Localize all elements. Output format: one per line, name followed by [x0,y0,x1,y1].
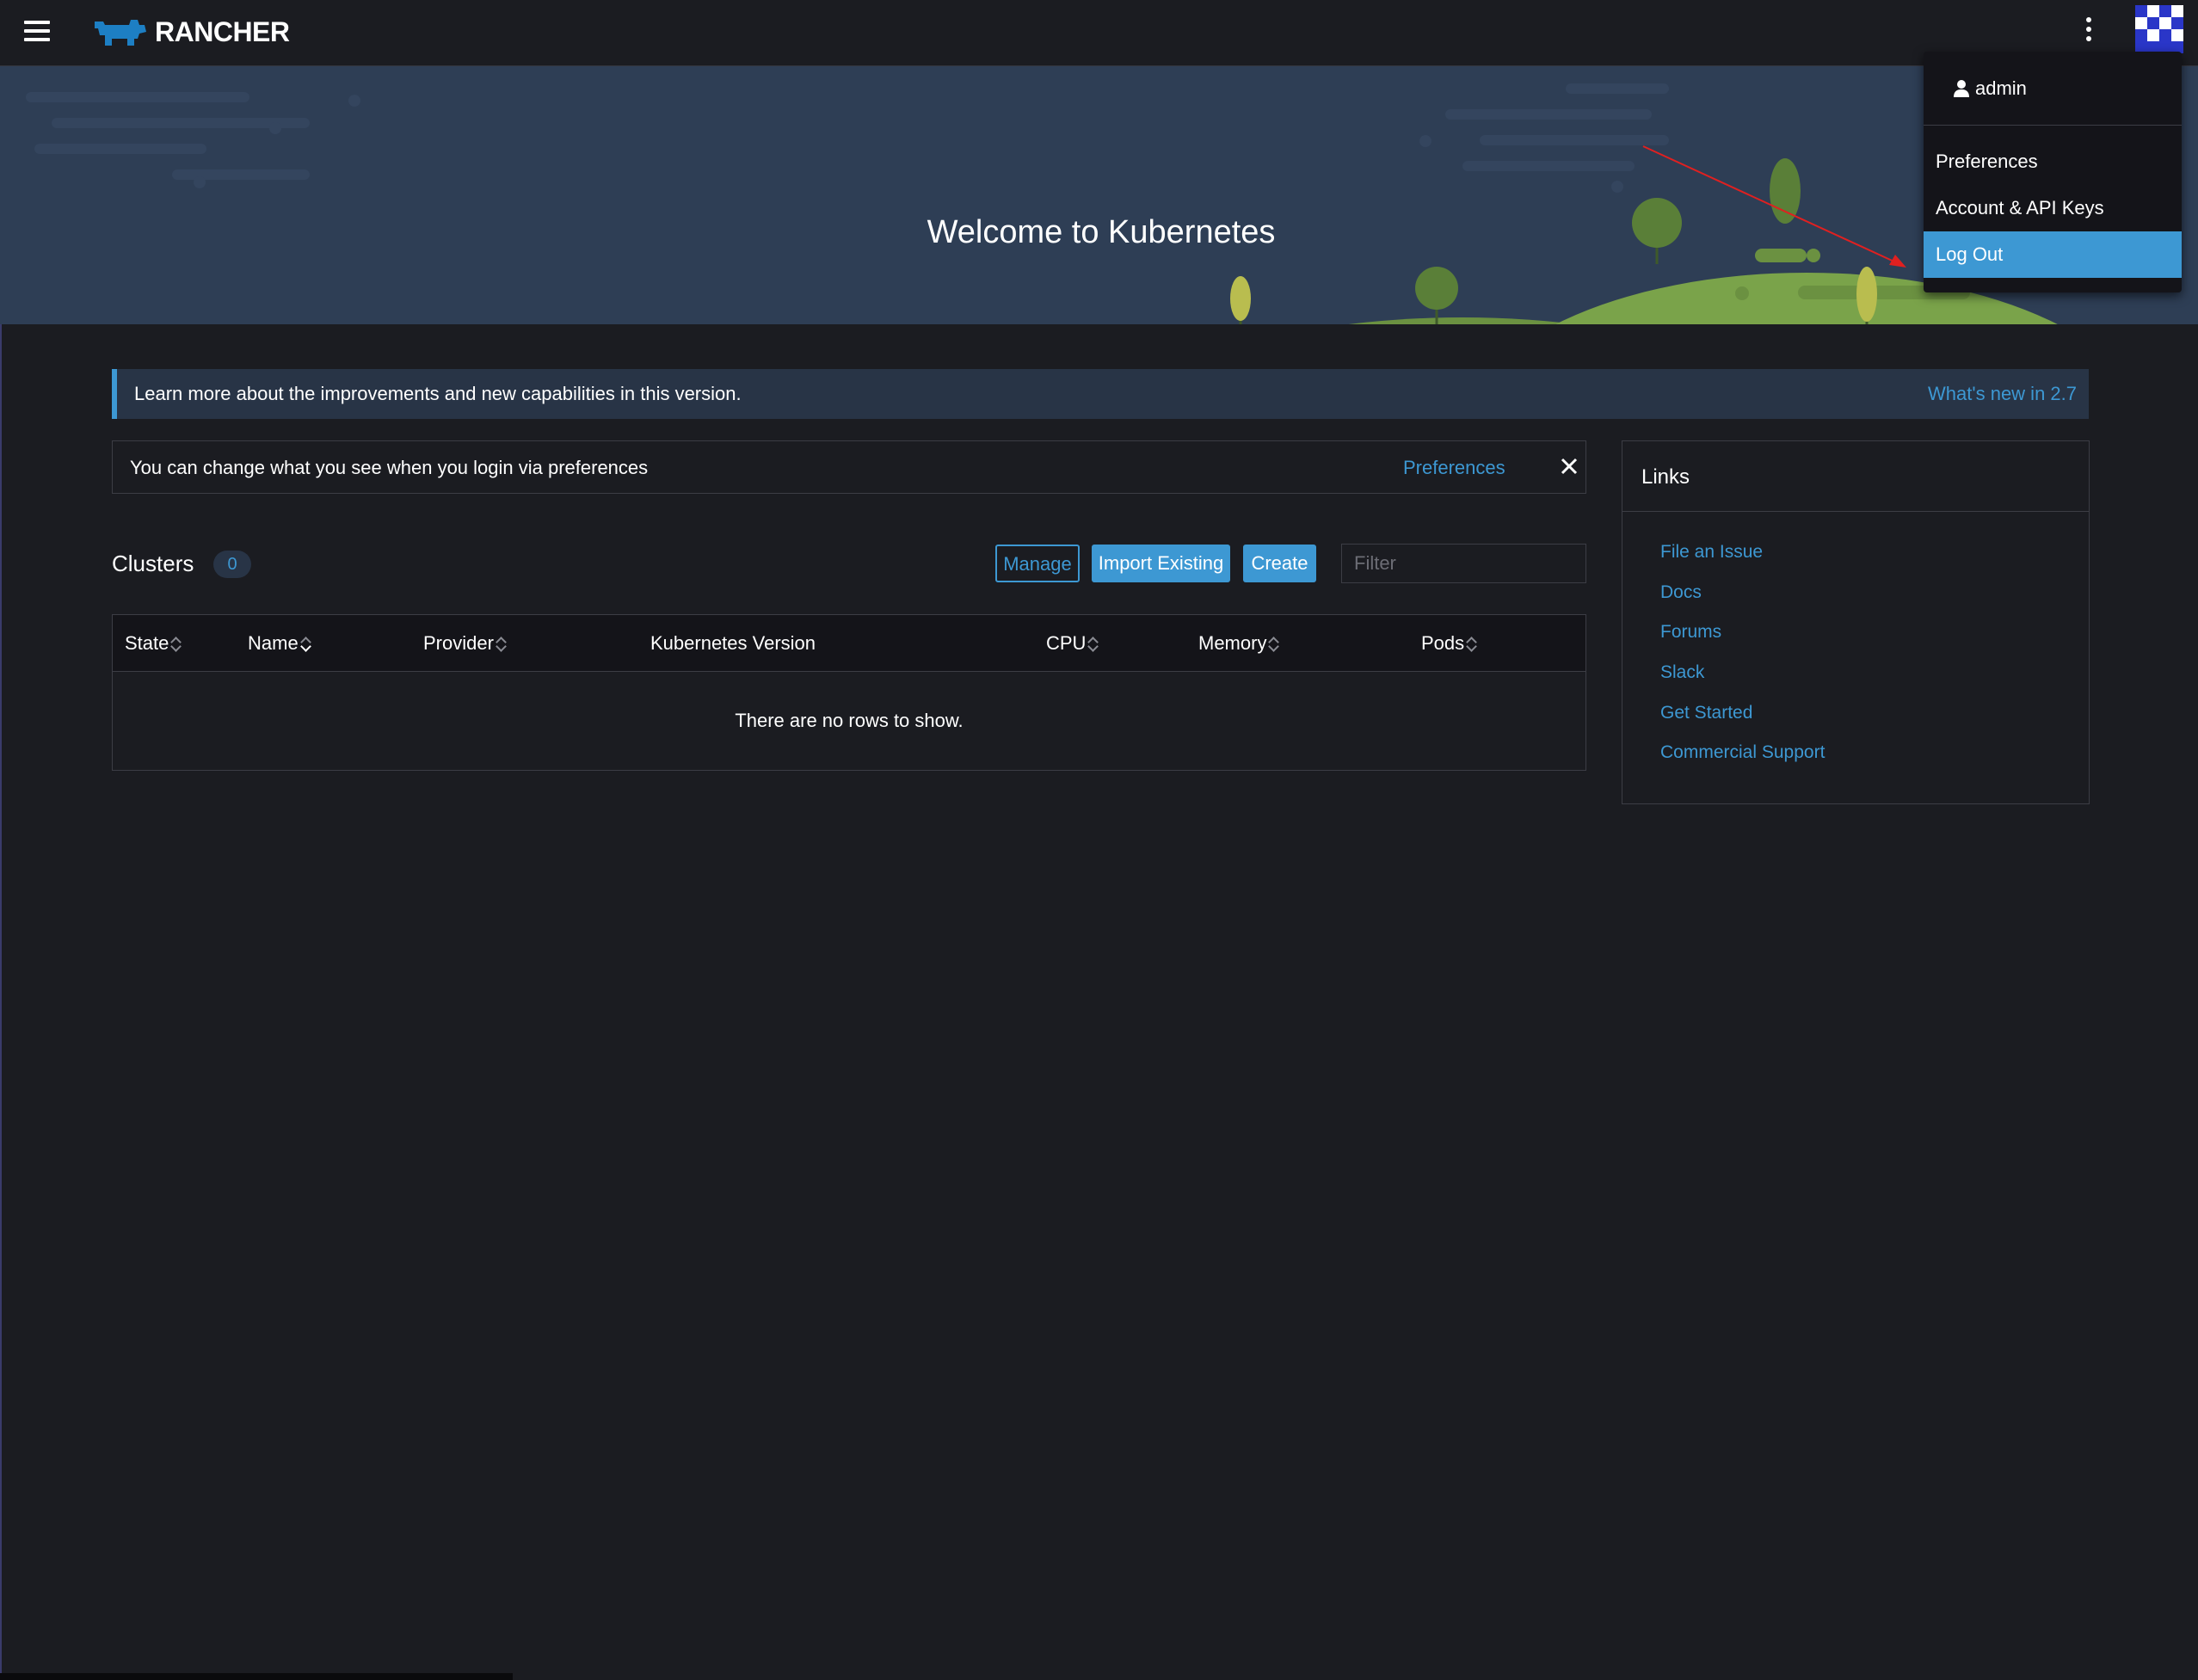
column-header-cpu[interactable]: CPU [1046,632,1099,655]
empty-table-message: There are no rows to show. [735,710,964,731]
link-get-started[interactable]: Get Started [1660,703,1752,723]
user-icon [1954,80,1969,97]
welcome-banner: Welcome to Kubernetes [0,66,2198,324]
horizontal-scrollbar[interactable] [0,1673,513,1680]
notice-preferences-link[interactable]: Preferences [1403,457,1505,479]
link-file-an-issue[interactable]: File an Issue [1660,542,1763,563]
whats-new-text: Learn more about the improvements and ne… [134,383,742,404]
column-header-provider[interactable]: Provider [423,632,507,655]
hamburger-menu-icon[interactable] [24,21,50,41]
link-docs[interactable]: Docs [1660,582,1702,603]
manage-button[interactable]: Manage [995,545,1080,582]
link-slack[interactable]: Slack [1660,662,1704,683]
clusters-heading: Clusters [112,551,194,576]
close-icon[interactable] [1555,452,1584,481]
column-header-pods[interactable]: Pods [1421,632,1478,655]
rancher-wordmark: RANCHER [155,15,290,47]
import-existing-button[interactable]: Import Existing [1092,545,1230,582]
sort-icon [299,634,311,653]
rancher-bull-icon [95,20,146,46]
create-button[interactable]: Create [1243,545,1316,582]
link-forums[interactable]: Forums [1660,622,1721,643]
column-header-name[interactable]: Name [248,632,311,655]
sort-icon [170,634,182,653]
page-title: Welcome to Kubernetes [927,214,1276,250]
menu-item-log-out[interactable]: Log Out [1924,231,2182,278]
link-commercial-support[interactable]: Commercial Support [1660,742,1825,763]
top-header: RANCHER [0,0,2198,66]
notice-text: You can change what you see when you log… [130,457,649,478]
links-title: Links [1641,465,1690,489]
menu-username: admin [1953,77,2027,100]
user-avatar[interactable] [2135,5,2183,53]
rancher-logo[interactable]: RANCHER [91,12,290,52]
filter-input[interactable] [1341,544,1586,583]
sort-icon [1087,634,1099,653]
user-dropdown-menu: admin Preferences Account & API Keys Log… [1924,52,2182,292]
column-header-memory[interactable]: Memory [1198,632,1280,655]
column-header-state[interactable]: State [125,632,182,655]
whats-new-link[interactable]: What's new in 2.7 [1928,383,2077,405]
preferences-notice: You can change what you see when you log… [112,440,1586,494]
column-header-kubernetes-version: Kubernetes Version [650,632,816,654]
landscape-illustration [26,83,2058,324]
clusters-count-badge: 0 [213,551,251,578]
whats-new-bar: Learn more about the improvements and ne… [112,369,2089,419]
table-header: State Name Provider Kubernetes Version C… [113,615,1585,672]
sort-icon [496,634,507,653]
divider [1622,511,2089,512]
clusters-table: State Name Provider Kubernetes Version C… [112,614,1586,771]
menu-item-preferences[interactable]: Preferences [1924,138,2182,185]
more-options-icon[interactable] [2080,17,2097,43]
sort-icon [1268,634,1280,653]
sort-icon [1466,634,1478,653]
divider [1924,125,2182,126]
menu-item-account-api-keys[interactable]: Account & API Keys [1924,185,2182,231]
links-panel: Links File an Issue Docs Forums Slack Ge… [1622,440,2090,804]
